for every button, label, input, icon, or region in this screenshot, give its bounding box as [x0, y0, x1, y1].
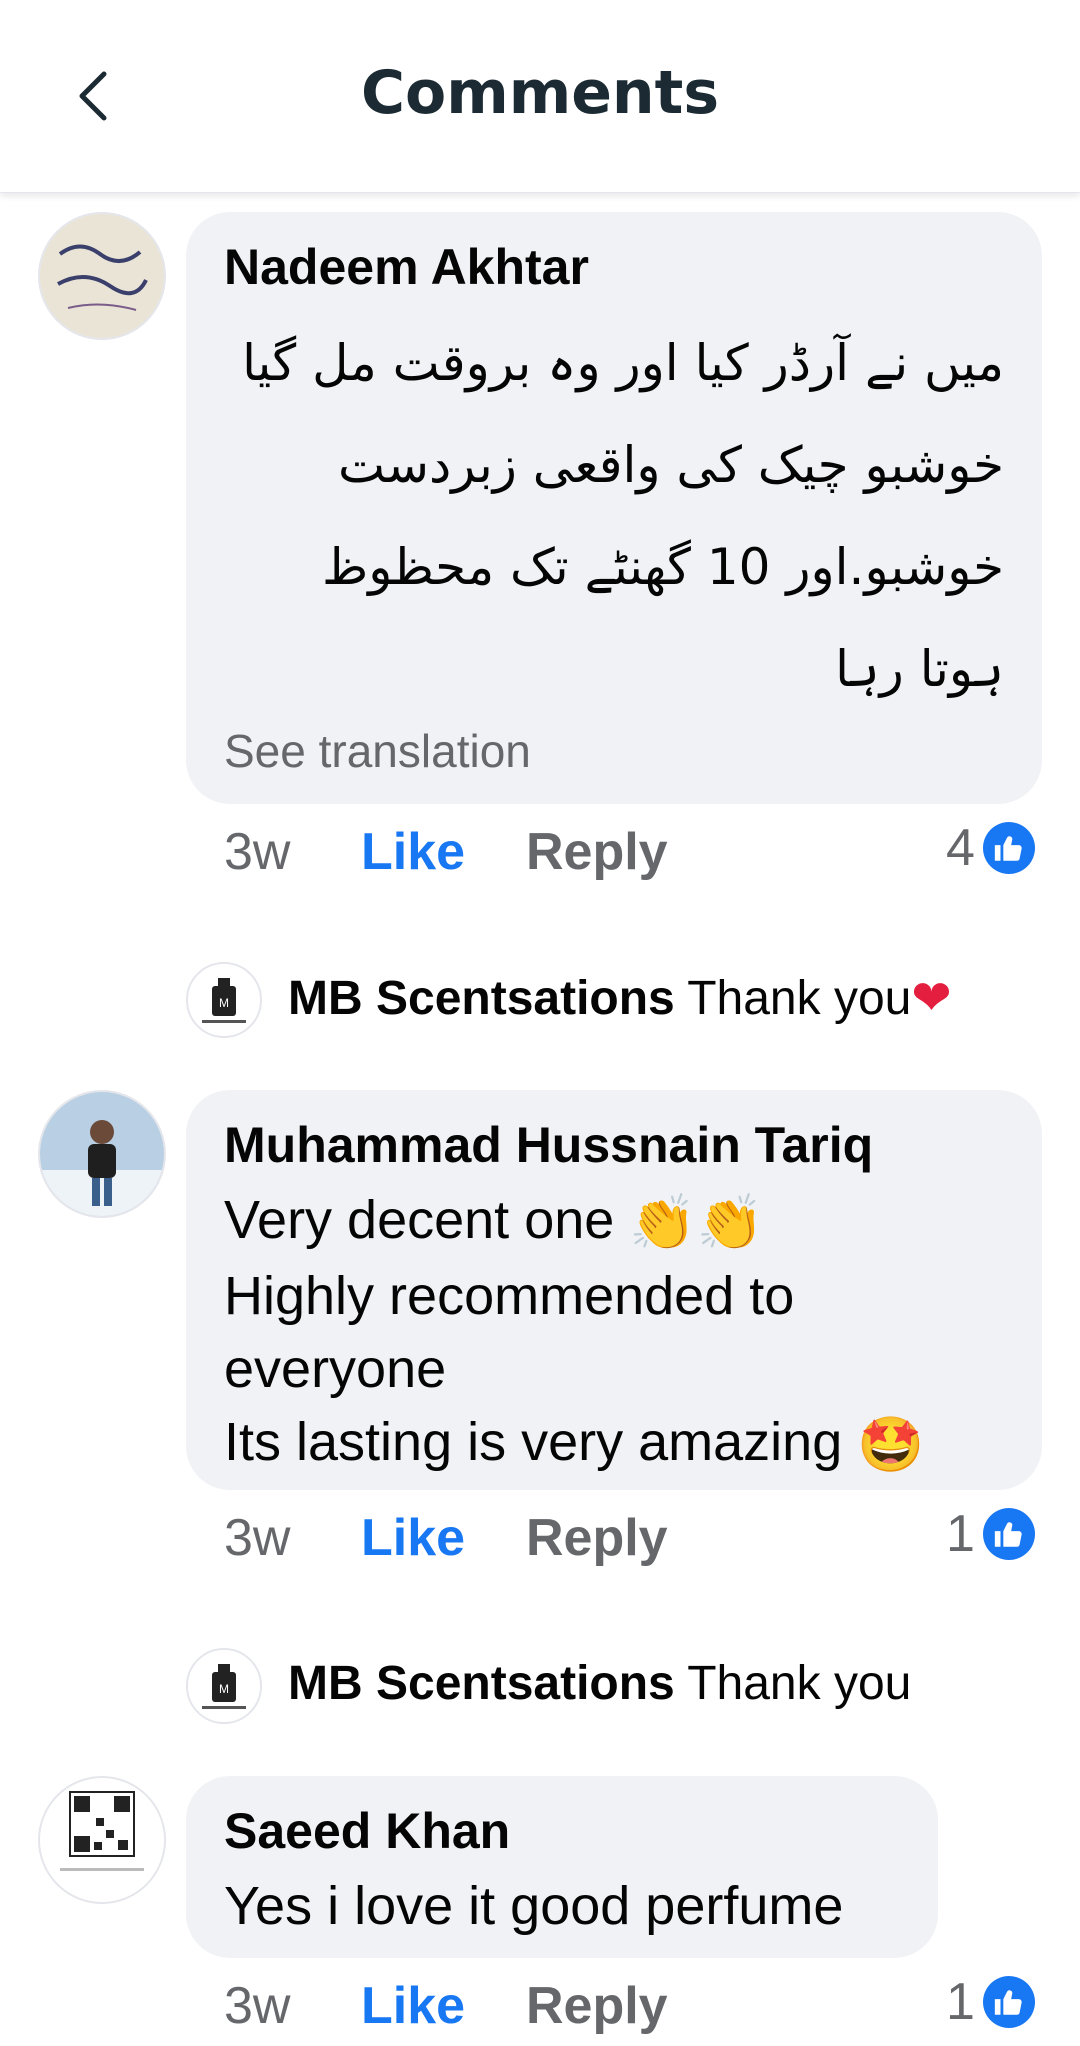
reaction-count: 1	[946, 1505, 975, 1563]
reaction-summary[interactable]: 1	[946, 1970, 1035, 2034]
reply-button[interactable]: Reply	[526, 1508, 668, 1568]
reaction-summary[interactable]: 1	[946, 1502, 1035, 1566]
reply-button[interactable]: Reply	[526, 1976, 668, 2036]
comment-time: 3w	[224, 1509, 291, 1567]
see-translation-link[interactable]: See translation	[224, 724, 531, 778]
thumbs-up-icon	[982, 822, 1035, 874]
comment-author[interactable]: Muhammad Hussnain Tariq	[224, 1116, 873, 1174]
clapping-hands-icon: 👏👏	[629, 1193, 764, 1254]
svg-text:M: M	[219, 1682, 229, 1696]
reply-button[interactable]: Reply	[526, 822, 668, 882]
like-button[interactable]: Like	[361, 822, 465, 882]
comment-line: everyone	[224, 1339, 447, 1400]
reply-author[interactable]: MB Scentsations	[288, 1657, 675, 1710]
comment-author[interactable]: Saeed Khan	[224, 1802, 510, 1860]
comment-bubble: Nadeem Akhtar میں نے آرڈر کیا اور وہ برو…	[186, 212, 1042, 804]
svg-text:M: M	[219, 996, 229, 1010]
perfume-bottle-icon: M	[188, 1650, 260, 1722]
comment-line: میں نے آرڈر کیا اور وہ بروقت مل گیا	[242, 334, 1004, 392]
thumbs-up-icon	[982, 1508, 1035, 1560]
comment-time: 3w	[224, 1977, 291, 2035]
reaction-summary[interactable]: 4	[946, 816, 1035, 880]
page-title: Comments	[360, 58, 720, 128]
avatar[interactable]	[38, 1090, 166, 1218]
reply-message: Thank you	[687, 1657, 912, 1710]
comment-author[interactable]: Nadeem Akhtar	[224, 238, 589, 296]
comment-time: 3w	[224, 823, 291, 881]
perfume-bottle-icon: M	[188, 964, 260, 1036]
comment-line: Highly recommended to	[224, 1266, 795, 1327]
comment-line: Its lasting is very amazing	[224, 1412, 843, 1473]
comment-line: خوشبو.اور 10 گھنٹے تک محظوظ	[322, 538, 1004, 596]
qr-code-avatar	[40, 1778, 164, 1902]
reply-preview[interactable]: M MB Scentsations Thank you	[186, 1648, 1046, 1728]
comment-text: Yes i love it good perfume	[224, 1870, 924, 1943]
comment-text: Very decent one 👏👏 Highly recommended to…	[224, 1184, 1024, 1482]
brand-avatar: M	[186, 962, 262, 1038]
comment-actions: 3w Like Reply	[224, 822, 668, 892]
avatar[interactable]	[38, 1776, 166, 1904]
reply-message: Thank you	[687, 972, 912, 1025]
like-button[interactable]: Like	[361, 1508, 465, 1568]
heart-icon: ❤	[911, 972, 952, 1025]
reply-preview[interactable]: M MB Scentsations Thank you❤	[186, 962, 1046, 1042]
brand-avatar: M	[186, 1648, 262, 1724]
calligraphy-avatar-image	[40, 214, 164, 338]
like-button[interactable]: Like	[361, 1976, 465, 2036]
comment-bubble: Muhammad Hussnain Tariq Very decent one …	[186, 1090, 1042, 1490]
comment-line: Yes i love it good perfume	[224, 1876, 844, 1936]
comment-line: ہوتا رہا	[835, 640, 1004, 698]
reply-author[interactable]: MB Scentsations	[288, 972, 675, 1025]
thumbs-up-icon	[982, 1976, 1035, 2028]
comment-actions: 3w Like Reply	[224, 1508, 668, 1578]
reply-text: MB Scentsations Thank you	[288, 1656, 911, 1711]
comment-line: خوشبو چیک کی واقعی زبردست	[338, 436, 1004, 494]
comment-bubble: Saeed Khan Yes i love it good perfume	[186, 1776, 938, 1958]
comment-actions: 3w Like Reply	[224, 1976, 668, 2046]
top-bar: Comments	[0, 0, 1080, 193]
comment-text: میں نے آرڈر کیا اور وہ بروقت مل گیا خوشب…	[224, 312, 1004, 720]
reaction-count: 4	[946, 819, 975, 877]
reaction-count: 1	[946, 1973, 975, 2031]
star-struck-icon: 🤩	[857, 1415, 925, 1476]
avatar[interactable]	[38, 212, 166, 340]
reply-text: MB Scentsations Thank you❤	[288, 970, 952, 1026]
person-photo-avatar	[40, 1092, 164, 1216]
comment-line: Very decent one	[224, 1190, 615, 1250]
